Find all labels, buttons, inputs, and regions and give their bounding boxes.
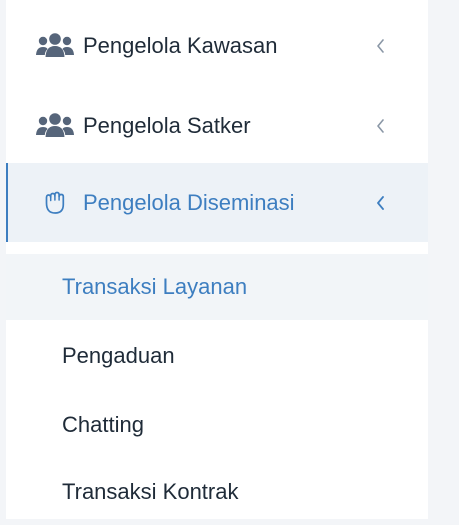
sidebar-item-label: Pengelola Satker xyxy=(83,113,251,138)
submenu-item-label: Pengaduan xyxy=(62,343,175,368)
submenu-item-label: Transaksi Layanan xyxy=(62,274,248,299)
hand-icon xyxy=(36,188,74,218)
submenu-item-pengaduan[interactable]: Pengaduan xyxy=(6,323,428,389)
main-content-area xyxy=(428,0,459,519)
users-icon xyxy=(36,111,74,141)
sidebar-item-pengelola-diseminasi[interactable]: Pengelola Diseminasi xyxy=(6,163,428,243)
sidebar: Pengelola Kawasan Pengelola Satker Penge… xyxy=(6,0,428,519)
submenu-item-label: Transaksi Kontrak xyxy=(62,479,239,504)
sidebar-item-label: Pengelola Kawasan xyxy=(83,33,278,58)
sidebar-item-pengelola-kawasan[interactable]: Pengelola Kawasan xyxy=(6,6,428,86)
submenu-item-label: Chatting xyxy=(62,412,144,437)
submenu-item-transaksi-kontrak[interactable]: Transaksi Kontrak xyxy=(6,459,428,525)
active-indicator xyxy=(6,163,8,243)
sidebar-item-pengelola-satker[interactable]: Pengelola Satker xyxy=(6,86,428,166)
users-icon xyxy=(36,31,74,61)
submenu-item-transaksi-layanan[interactable]: Transaksi Layanan xyxy=(6,254,428,320)
submenu-pengelola-diseminasi: Transaksi Layanan Pengaduan Chatting Tra… xyxy=(6,242,428,519)
chevron-left-icon[interactable] xyxy=(372,114,388,138)
chevron-left-icon[interactable] xyxy=(372,34,388,58)
submenu-item-chatting[interactable]: Chatting xyxy=(6,392,428,458)
chevron-left-icon[interactable] xyxy=(372,191,388,215)
sidebar-item-label: Pengelola Diseminasi xyxy=(83,190,295,215)
